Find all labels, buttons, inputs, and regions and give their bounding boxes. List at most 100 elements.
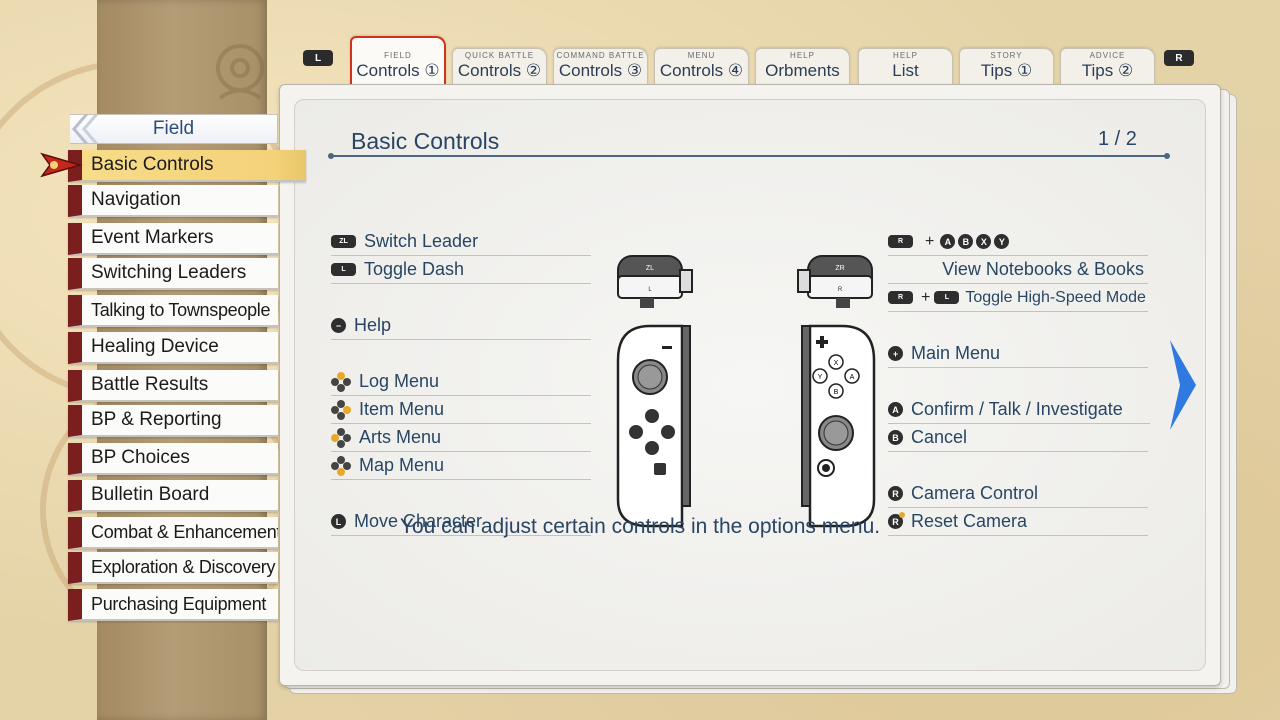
tab-category: QUICK BATTLE: [464, 51, 535, 60]
joycon-y-label: Y: [818, 374, 823, 381]
control-cancel: B Cancel: [888, 424, 1148, 452]
joycon-r-label: R: [838, 287, 843, 293]
tab-advice-tips[interactable]: ADVICE Tips ②: [1060, 48, 1155, 84]
sidebar-item-label: Switching Leaders: [91, 262, 247, 283]
sidebar-item-navigation[interactable]: Navigation: [68, 185, 278, 217]
tab-category: HELP: [790, 51, 815, 60]
control-map-menu: Map Menu: [331, 452, 591, 480]
control-label: Main Menu: [911, 343, 1001, 363]
plus-separator: +: [921, 288, 931, 306]
left-joycon-illustration: ZL L: [616, 255, 693, 528]
control-label: Confirm / Talk / Investigate: [911, 399, 1123, 419]
tab-story-tips[interactable]: STORY Tips ①: [959, 48, 1054, 84]
sidebar-item-bp-reporting[interactable]: BP & Reporting: [68, 405, 278, 437]
page-title: Basic Controls: [351, 128, 500, 154]
control-label: Switch Leader: [364, 231, 479, 251]
tab-category: FIELD: [384, 51, 412, 60]
joycon-zr-label: ZR: [835, 265, 844, 272]
control-item-menu: Item Menu: [331, 396, 591, 424]
sidebar-item-basic-controls[interactable]: Basic Controls: [68, 150, 306, 182]
sidebar-item-label: Combat & Enhancement: [91, 521, 278, 542]
tab-category: ADVICE: [1089, 51, 1126, 60]
sidebar-item-bulletin-board[interactable]: Bulletin Board: [68, 480, 278, 512]
joycon-zl-label: ZL: [646, 265, 654, 272]
control-label: Toggle High-Speed Mode: [965, 288, 1146, 306]
tab-label: Orbments: [765, 61, 840, 80]
sidebar-item-label: Basic Controls: [91, 154, 214, 175]
sidebar-item-label: Battle Results: [91, 374, 209, 395]
double-chevron-left-icon: [72, 115, 98, 143]
tab-label: Tips ②: [1081, 61, 1134, 80]
sidebar-item-event-markers[interactable]: Event Markers: [68, 223, 278, 255]
control-arts-menu: Arts Menu: [331, 424, 591, 452]
sidebar-item-label: Purchasing Equipment: [91, 593, 267, 614]
tab-category: MENU: [687, 51, 716, 60]
title-divider: [328, 153, 1170, 159]
sidebar-category-label: Field: [152, 118, 195, 139]
sidebar-item-label: Talking to Townspeople: [91, 299, 271, 320]
control-toggle-dash: Toggle Dash: [331, 256, 591, 284]
r-button-icon: [888, 235, 913, 248]
sidebar-item-label: Bulletin Board: [91, 484, 210, 505]
control-label: Help: [354, 315, 392, 335]
plus-separator: +: [925, 232, 935, 250]
tab-quick-battle-controls[interactable]: QUICK BATTLE Controls ②: [452, 48, 547, 84]
page-number: 1 / 2: [1098, 128, 1137, 150]
tab-help-list[interactable]: HELP List: [858, 48, 953, 84]
control-help: − Help: [331, 312, 591, 340]
joycon-a-label: A: [850, 374, 855, 381]
zl-button-icon: [331, 235, 356, 248]
right-joycon-illustration: ZR R X Y A B: [797, 255, 876, 528]
control-label: Arts Menu: [359, 427, 442, 447]
control-view-notebooks: View Notebooks & Books: [888, 256, 1148, 284]
y-button-icon: Y: [994, 234, 1010, 249]
control-notebooks-combo: + A B X Y: [888, 228, 1148, 256]
sidebar-item-label: Exploration & Discovery: [91, 556, 276, 577]
control-main-menu: + Main Menu: [888, 340, 1148, 368]
control-label: Item Menu: [359, 399, 445, 419]
sidebar-item-talking-to-townspeople[interactable]: Talking to Townspeople: [68, 295, 278, 327]
r-shoulder-button[interactable]: R: [1164, 50, 1194, 66]
dpad-down-icon: [331, 455, 351, 476]
tab-label: Controls ②: [457, 61, 542, 80]
x-button-icon: X: [976, 234, 992, 249]
control-label: Toggle Dash: [364, 259, 465, 279]
control-confirm: A Confirm / Talk / Investigate: [888, 396, 1150, 424]
tab-label: Controls ④: [659, 61, 744, 80]
sidebar-item-exploration-discovery[interactable]: Exploration & Discovery: [68, 552, 278, 584]
sidebar-item-switching-leaders[interactable]: Switching Leaders: [68, 258, 278, 290]
control-label: Log Menu: [359, 371, 440, 391]
a-button-icon: A: [940, 234, 956, 249]
control-high-speed: + Toggle High-Speed Mode: [888, 284, 1148, 312]
tab-command-battle-controls[interactable]: COMMAND BATTLE Controls ③: [553, 48, 648, 84]
minus-button-icon: −: [331, 318, 346, 333]
right-stick-icon: R: [888, 486, 903, 501]
l-button-icon: [331, 263, 356, 276]
tab-category: COMMAND BATTLE: [556, 51, 645, 60]
next-page-arrow-icon[interactable]: [1168, 340, 1198, 430]
r-button-icon: [888, 291, 913, 304]
control-camera: R Camera Control: [888, 480, 1148, 508]
sidebar-item-combat-enhancement[interactable]: Combat & Enhancement: [68, 517, 278, 549]
sidebar-item-label: Event Markers: [91, 227, 214, 248]
sidebar-item-healing-device[interactable]: Healing Device: [68, 332, 278, 364]
dpad-left-icon: [331, 427, 351, 448]
dpad-right-icon: [331, 399, 351, 420]
l-shoulder-button[interactable]: L: [303, 50, 333, 66]
tab-help-orbments[interactable]: HELP Orbments: [755, 48, 850, 84]
control-label: Cancel: [911, 427, 968, 447]
dpad-up-icon: [331, 371, 351, 392]
sidebar-item-battle-results[interactable]: Battle Results: [68, 370, 278, 402]
sidebar-item-label: Healing Device: [91, 336, 219, 357]
tab-label: List: [892, 61, 919, 80]
tab-field-controls[interactable]: FIELD Controls ①: [350, 36, 446, 84]
tab-label: Controls ③: [558, 61, 643, 80]
sidebar-item-label: BP Choices: [91, 447, 190, 468]
tab-menu-controls[interactable]: MENU Controls ④: [654, 48, 749, 84]
tab-category: STORY: [990, 51, 1023, 60]
sidebar-item-purchasing-equipment[interactable]: Purchasing Equipment: [68, 589, 278, 621]
sidebar-item-label: BP & Reporting: [91, 409, 222, 430]
joycon-b-label: B: [834, 389, 839, 396]
l-button-icon: [934, 291, 960, 304]
sidebar-item-bp-choices[interactable]: BP Choices: [68, 443, 278, 475]
